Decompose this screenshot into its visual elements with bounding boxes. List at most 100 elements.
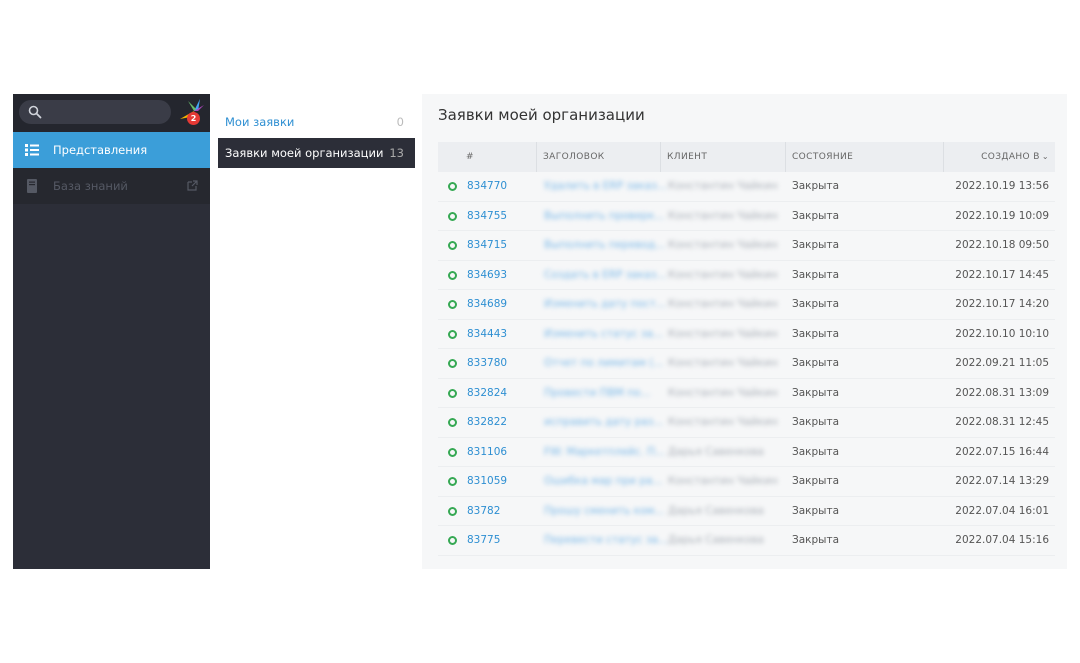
status-open-icon bbox=[448, 359, 457, 368]
request-id-link[interactable]: 834689 bbox=[467, 290, 507, 319]
request-title-link[interactable]: FW: Маркетплейс. П... bbox=[544, 438, 665, 467]
column-header-title[interactable]: ЗАГОЛОВОК bbox=[536, 142, 605, 172]
table-row[interactable]: 83782 Прошу сменить ком... Дарья Савенкова… bbox=[438, 497, 1055, 526]
column-header-created[interactable]: СОЗДАНО В ⌄ bbox=[943, 142, 1055, 172]
request-state: Закрыта bbox=[792, 357, 840, 369]
request-title-link[interactable]: Изменить дату пост... bbox=[544, 290, 666, 319]
request-id-link[interactable]: 832824 bbox=[467, 379, 507, 408]
main-panel: Заявки моей организации # ЗАГОЛОВОК КЛИЕ… bbox=[422, 94, 1067, 569]
request-created: 2022.10.17 14:45 bbox=[955, 268, 1049, 281]
sidebar-item-label: Представления bbox=[53, 143, 148, 157]
table-row[interactable]: 834443 Изменить статус за... Константин Ча… bbox=[438, 320, 1055, 349]
list-icon bbox=[25, 144, 39, 156]
table-row[interactable]: 834770 Удалить в ERP заказ... Константин Ч… bbox=[438, 172, 1055, 202]
table-row[interactable]: 834689 Изменить дату пост... Константин Ча… bbox=[438, 290, 1055, 320]
status-open-icon bbox=[448, 211, 457, 221]
request-created: 2022.10.17 14:20 bbox=[955, 298, 1049, 310]
request-state: Закрыта bbox=[792, 209, 840, 222]
request-state: Закрыта bbox=[792, 239, 840, 251]
table-row[interactable]: 832824 Провести ПВМ по... Константин Чайки… bbox=[438, 379, 1055, 408]
notification-badge: 2 bbox=[187, 112, 200, 125]
table-body: 834770 Удалить в ERP заказ... Константин Ч… bbox=[438, 172, 1055, 556]
status-open-icon bbox=[448, 536, 457, 545]
table-row[interactable]: 83775 Перевести статус за... Дарья Савенко… bbox=[438, 526, 1055, 556]
request-state: Закрыта bbox=[792, 504, 840, 517]
view-count: 0 bbox=[396, 115, 404, 129]
status-open-icon bbox=[448, 270, 457, 280]
request-created: 2022.07.04 15:16 bbox=[955, 534, 1049, 546]
request-created: 2022.10.18 09:50 bbox=[955, 239, 1049, 251]
request-title-link[interactable]: Выполнить проверк... bbox=[544, 202, 664, 231]
view-label: Мои заявки bbox=[225, 115, 295, 129]
status-open-icon bbox=[448, 300, 457, 309]
request-title-link[interactable]: Перевести статус за... bbox=[544, 526, 668, 555]
request-created: 2022.07.14 13:29 bbox=[955, 475, 1049, 487]
request-created: 2022.07.15 16:44 bbox=[955, 445, 1049, 458]
table-row[interactable]: 831106 FW: Маркетплейс. П... Дарья Савенко… bbox=[438, 438, 1055, 467]
request-id-link[interactable]: 831059 bbox=[467, 467, 507, 496]
request-created: 2022.08.31 12:45 bbox=[955, 416, 1049, 428]
request-title-link[interactable]: Изменить статус за... bbox=[544, 320, 663, 349]
request-id-link[interactable]: 834715 bbox=[467, 231, 507, 260]
request-title-link[interactable]: Выполнить перевод... bbox=[544, 231, 665, 260]
search-input[interactable] bbox=[19, 100, 171, 124]
column-header-state[interactable]: СОСТОЯНИЕ bbox=[785, 142, 853, 172]
request-id-link[interactable]: 834693 bbox=[467, 261, 507, 290]
table-row[interactable]: 831059 Ошибка мар при ра... Константин Чай… bbox=[438, 467, 1055, 497]
request-id-link[interactable]: 833780 bbox=[467, 349, 507, 378]
table-row[interactable]: 832822 исправить дату раз... Константин Ча… bbox=[438, 408, 1055, 438]
request-client: Константин Чайкин bbox=[668, 239, 778, 251]
status-open-icon bbox=[448, 241, 457, 250]
request-id-link[interactable]: 831106 bbox=[467, 438, 507, 467]
sidebar: 2 Представления База знаний bbox=[13, 94, 210, 569]
request-client: Константин Чайкин bbox=[668, 416, 778, 428]
status-open-icon bbox=[448, 447, 457, 457]
chevron-down-icon: ⌄ bbox=[1041, 152, 1049, 161]
view-my-requests[interactable]: Мои заявки 0 bbox=[218, 107, 415, 137]
sidebar-item-knowledge-base[interactable]: База знаний bbox=[13, 168, 210, 204]
sidebar-item-label: База знаний bbox=[53, 179, 128, 193]
table-row[interactable]: 834693 Создать в ERP заказ... Константин Ч… bbox=[438, 261, 1055, 290]
request-title-link[interactable]: Ошибка мар при ра... bbox=[544, 467, 662, 496]
page-title: Заявки моей организации bbox=[438, 106, 645, 124]
request-state: Закрыта bbox=[792, 534, 840, 546]
column-header-client[interactable]: КЛИЕНТ bbox=[660, 142, 707, 172]
status-open-icon bbox=[448, 418, 457, 427]
request-title-link[interactable]: Удалить в ERP заказ... bbox=[544, 172, 667, 201]
request-title-link[interactable]: Прошу сменить ком... bbox=[544, 497, 664, 526]
table-header: # ЗАГОЛОВОК КЛИЕНТ СОСТОЯНИЕ СОЗДАНО В ⌄ bbox=[438, 142, 1055, 172]
request-created: 2022.10.19 10:09 bbox=[955, 209, 1049, 222]
request-created: 2022.07.04 16:01 bbox=[955, 504, 1049, 517]
search-icon bbox=[28, 105, 42, 119]
request-state: Закрыта bbox=[792, 475, 840, 487]
request-client: Константин Чайкин bbox=[668, 357, 778, 369]
request-created: 2022.10.19 13:56 bbox=[955, 180, 1049, 192]
sidebar-item-views[interactable]: Представления bbox=[13, 132, 210, 168]
status-open-icon bbox=[448, 477, 457, 486]
request-state: Закрыта bbox=[792, 327, 840, 340]
request-title-link[interactable]: Создать в ERP заказ... bbox=[544, 261, 666, 290]
table-row[interactable]: 833780 Отчет по лимитам (... Константин Ча… bbox=[438, 349, 1055, 379]
request-created: 2022.10.10 10:10 bbox=[955, 327, 1049, 340]
request-created: 2022.08.31 13:09 bbox=[955, 386, 1049, 399]
view-label: Заявки моей организации bbox=[225, 146, 384, 160]
request-title-link[interactable]: Провести ПВМ по... bbox=[544, 379, 650, 408]
request-id-link[interactable]: 83775 bbox=[467, 526, 500, 555]
view-org-requests[interactable]: Заявки моей организации 13 bbox=[218, 138, 415, 168]
request-title-link[interactable]: Отчет по лимитам (... bbox=[544, 349, 663, 378]
request-state: Закрыта bbox=[792, 386, 840, 399]
request-id-link[interactable]: 834755 bbox=[467, 202, 507, 231]
request-state: Закрыта bbox=[792, 298, 840, 310]
status-open-icon bbox=[448, 329, 457, 339]
request-id-link[interactable]: 834770 bbox=[467, 172, 507, 201]
request-title-link[interactable]: исправить дату раз... bbox=[544, 408, 663, 437]
request-id-link[interactable]: 832822 bbox=[467, 408, 507, 437]
request-id-link[interactable]: 83782 bbox=[467, 497, 500, 526]
book-icon bbox=[27, 179, 37, 193]
view-count: 13 bbox=[389, 146, 404, 160]
request-client: Дарья Савенкова bbox=[668, 504, 764, 517]
table-row[interactable]: 834715 Выполнить перевод... Константин Чай… bbox=[438, 231, 1055, 261]
table-row[interactable]: 834755 Выполнить проверк... Константин Чай… bbox=[438, 202, 1055, 231]
column-header-num[interactable]: # bbox=[466, 142, 474, 172]
request-id-link[interactable]: 834443 bbox=[467, 320, 507, 349]
